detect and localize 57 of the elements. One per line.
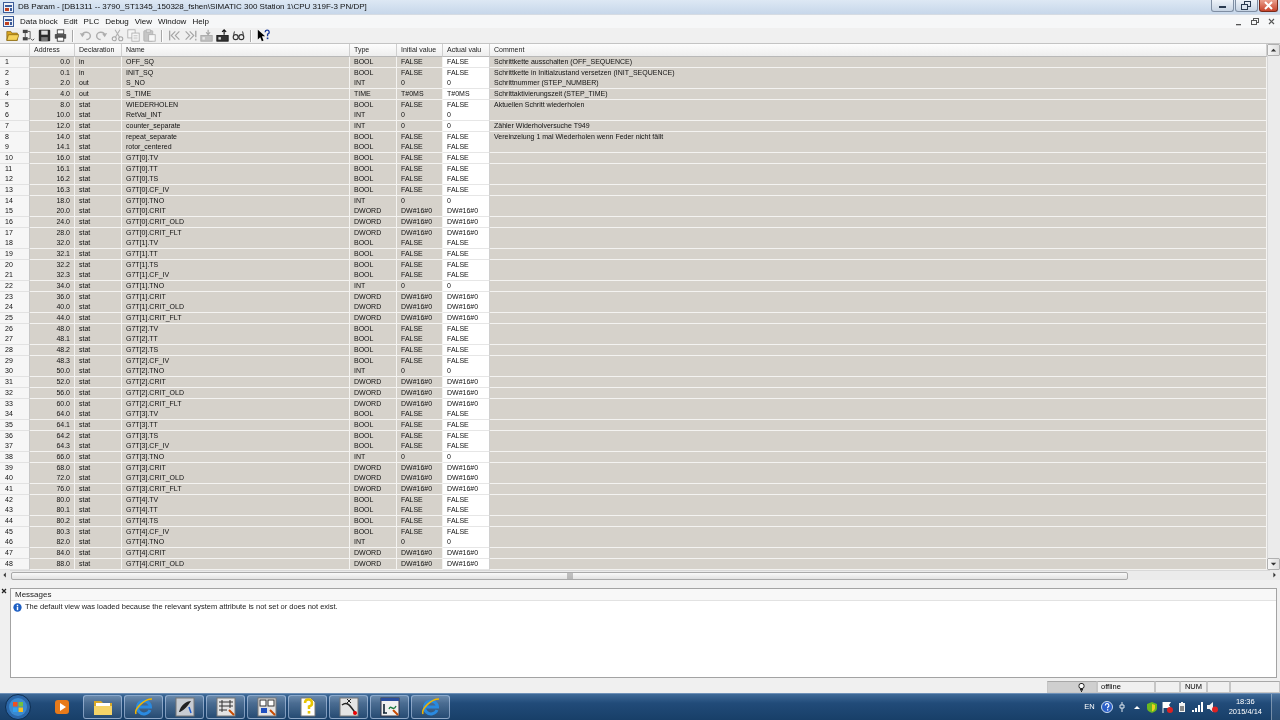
scrollbar-thumb[interactable] <box>11 571 1128 580</box>
chart-window-icon <box>379 697 400 717</box>
help-document-icon <box>297 697 318 717</box>
help-icon[interactable] <box>1100 701 1113 713</box>
quill-icon <box>174 697 195 717</box>
e-logo-icon <box>420 697 441 717</box>
minimize-button[interactable] <box>1211 0 1234 12</box>
e-logo-icon <box>133 697 154 717</box>
close-button[interactable] <box>1259 0 1278 12</box>
taskbar-button[interactable] <box>411 695 450 719</box>
close-icon <box>1263 1 1274 10</box>
grip-icon <box>566 572 573 579</box>
menu-item[interactable]: View <box>131 15 155 28</box>
taskbar-button[interactable] <box>329 695 368 719</box>
taskbar-button[interactable] <box>370 695 409 719</box>
taskbar-button[interactable] <box>83 695 122 719</box>
printer-icon[interactable] <box>54 29 67 42</box>
window-title: DB Param - [DB1311 -- 3790_ST1345_150328_fshen\SIMATIC 300 Station 1\CPU 319F-3 PN/DP] <box>18 1 367 13</box>
menu-item[interactable]: Window <box>154 15 190 28</box>
restore-icon[interactable] <box>1251 18 1259 25</box>
taskbar-button[interactable] <box>206 695 245 719</box>
flag-icon[interactable] <box>1160 701 1173 713</box>
show-desktop-button[interactable] <box>1271 694 1280 720</box>
taskbar-button[interactable] <box>247 695 286 719</box>
speaker-icon[interactable] <box>1205 701 1218 713</box>
restore-button[interactable] <box>1235 0 1258 12</box>
curve-icon <box>338 697 359 717</box>
ladder-diagram-icon <box>215 697 236 717</box>
menu-item[interactable]: Debug <box>102 15 132 28</box>
device-arrow-up-icon[interactable] <box>216 29 229 42</box>
menu-item[interactable]: Help <box>189 15 212 28</box>
taskbar-button[interactable] <box>124 695 163 719</box>
scroll-left-button[interactable] <box>0 570 10 580</box>
program-icon[interactable] <box>3 2 14 13</box>
menu-item[interactable]: PLC <box>80 15 103 28</box>
lightbulb-icon <box>1077 682 1086 692</box>
close-icon[interactable] <box>1268 18 1275 25</box>
taskbar-button[interactable] <box>165 695 204 719</box>
close-icon[interactable] <box>1 588 7 594</box>
scroll-down-button[interactable] <box>1267 558 1280 570</box>
restore-icon <box>1241 1 1252 10</box>
signal-bars-icon[interactable] <box>1190 701 1203 713</box>
info-icon <box>13 602 22 612</box>
network-nodes-icon[interactable] <box>22 29 35 42</box>
shield-icon[interactable] <box>1145 701 1158 713</box>
document-icon[interactable] <box>3 16 14 27</box>
flag-orb-icon <box>5 694 31 720</box>
menu-item[interactable]: Edit <box>60 15 81 28</box>
pointer-help-icon[interactable] <box>257 29 270 42</box>
panel-title: Messages <box>11 589 1276 601</box>
taskbar-button[interactable] <box>288 695 327 719</box>
glasses-icon[interactable] <box>232 29 245 42</box>
scroll-right-button[interactable] <box>1270 570 1280 580</box>
block-diagram-icon <box>256 697 277 717</box>
scroll-up-button[interactable] <box>1267 44 1280 56</box>
menu-item[interactable]: Data block <box>17 15 61 28</box>
left-arrow-icon <box>1 571 9 579</box>
